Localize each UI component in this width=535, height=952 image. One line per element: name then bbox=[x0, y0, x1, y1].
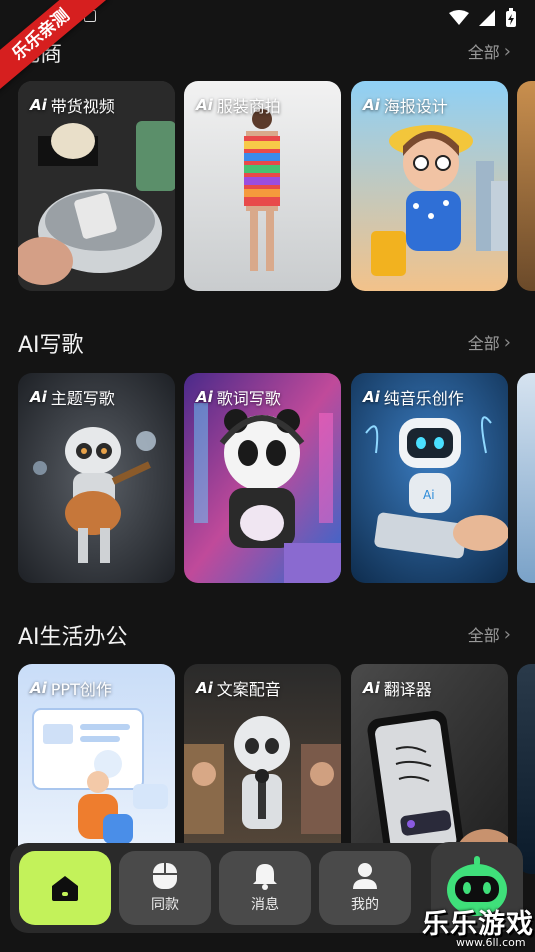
nav-profile-button[interactable]: 我的 bbox=[319, 851, 411, 925]
wifi-icon bbox=[449, 10, 469, 25]
card-label: Ai 翻译器 bbox=[363, 679, 432, 699]
card-pure-music[interactable]: Ai Ai 纯音乐创作 bbox=[351, 373, 508, 583]
ai-icon: Ai bbox=[363, 388, 380, 406]
card-poster-design[interactable]: Ai 海报设计 bbox=[351, 81, 508, 291]
card-label: Ai 主题写歌 bbox=[30, 388, 115, 408]
card-label: Ai 文案配音 bbox=[196, 679, 281, 699]
more-label: 全部 bbox=[467, 626, 500, 645]
ai-icon: Ai bbox=[196, 96, 213, 114]
ai-icon: Ai bbox=[363, 96, 380, 114]
card-label: Ai 歌词写歌 bbox=[196, 388, 281, 408]
more-label: 全部 bbox=[467, 334, 500, 353]
nav-label: 我的 bbox=[351, 897, 379, 913]
nav-home-button[interactable] bbox=[19, 851, 111, 925]
card-label: Ai PPT创作 bbox=[30, 679, 112, 699]
ai-icon: Ai bbox=[363, 679, 380, 697]
chevron-right-icon: › bbox=[503, 40, 511, 62]
card-lyrics-song[interactable]: Ai 歌词写歌 bbox=[184, 373, 341, 583]
card-label: Ai 纯音乐创作 bbox=[363, 388, 464, 408]
ai-icon: Ai bbox=[196, 679, 213, 697]
section-title-ai-song: AI写歌 bbox=[18, 333, 84, 358]
card-row-ecommerce: Ai 带货视频 Ai 服装商拍 Ai 海报设计 bbox=[18, 81, 535, 291]
card-live-video[interactable]: Ai 带货视频 bbox=[18, 81, 175, 291]
bell-icon bbox=[253, 864, 277, 890]
nav-messages-button[interactable]: 消息 bbox=[219, 851, 311, 925]
watermark-url: www.6ll.com bbox=[456, 936, 526, 949]
nav-label: 消息 bbox=[251, 897, 279, 913]
svg-text:Ai: Ai bbox=[423, 488, 435, 502]
ai-icon: Ai bbox=[30, 96, 47, 114]
card-label: Ai 海报设计 bbox=[363, 96, 448, 116]
home-icon bbox=[52, 876, 78, 901]
section-more-ecommerce[interactable]: 全部 › bbox=[468, 39, 511, 63]
watermark-logo: 乐乐游戏 www.6ll.com bbox=[418, 898, 535, 952]
battery-icon bbox=[506, 8, 516, 27]
section-more-ai-office[interactable]: 全部 › bbox=[468, 622, 511, 646]
ai-icon: Ai bbox=[196, 388, 213, 406]
card-label: Ai 带货视频 bbox=[30, 96, 115, 116]
section-more-ai-song[interactable]: 全部 › bbox=[468, 330, 511, 354]
card-partial[interactable] bbox=[517, 81, 535, 291]
section-title-ai-office: AI生活办公 bbox=[18, 625, 128, 650]
ai-icon: Ai bbox=[30, 388, 47, 406]
ai-icon: Ai bbox=[30, 679, 47, 697]
person-icon bbox=[353, 863, 377, 889]
chevron-right-icon: › bbox=[503, 331, 511, 353]
chevron-right-icon: › bbox=[503, 623, 511, 645]
card-fashion-shoot[interactable]: Ai 服装商拍 bbox=[184, 81, 341, 291]
nav-same-style-button[interactable]: 同款 bbox=[119, 851, 211, 925]
card-partial[interactable] bbox=[517, 373, 535, 583]
card-label: Ai 服装商拍 bbox=[196, 96, 281, 116]
mouse-icon bbox=[153, 863, 177, 889]
nav-label: 同款 bbox=[151, 897, 179, 913]
card-theme-song[interactable]: Ai 主题写歌 bbox=[18, 373, 175, 583]
more-label: 全部 bbox=[467, 43, 500, 62]
card-row-ai-song: Ai 主题写歌 Ai 歌词写歌 Ai Ai 纯音乐创作 bbox=[18, 373, 535, 583]
signal-icon bbox=[479, 10, 495, 26]
